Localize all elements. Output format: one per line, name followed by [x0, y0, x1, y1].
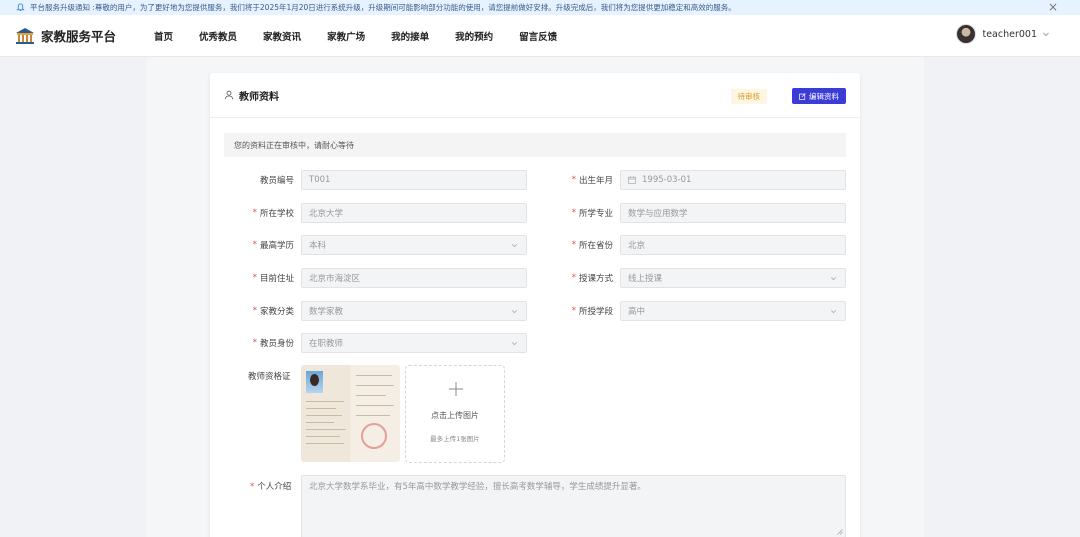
nav-tutoring-square[interactable]: 家教广场 [327, 29, 365, 43]
close-icon[interactable]: × [1048, 1, 1058, 14]
chevron-down-icon [512, 342, 517, 346]
school-input[interactable]: 北京大学 [301, 203, 527, 223]
notice-bar: 平台服务升级通知 :尊敬的用户，为了更好地为您提供服务，我们将于2025年1月2… [0, 0, 1080, 15]
upload-certificate-button[interactable]: 点击上传图片 最多上传1张图片 [405, 365, 505, 463]
status-badge: 待审核 [730, 89, 767, 104]
upload-hint: 最多上传1张图片 [430, 435, 480, 443]
education-select[interactable]: 本科 [301, 235, 527, 255]
stage-field: * 所授学段 高中 [572, 301, 846, 321]
school-field: * 所在学校 北京大学 [253, 203, 527, 223]
chevron-down-icon [831, 310, 836, 314]
major-input[interactable]: 数学与应用数学 [620, 203, 846, 223]
teach-mode-label: * 授课方式 [571, 273, 613, 284]
certificate-photo [306, 371, 323, 393]
birth-date-input[interactable]: 1995-03-01 [620, 170, 846, 190]
brand-name: 家教服务平台 [41, 29, 117, 44]
card-title: 教师资料 [239, 91, 279, 103]
resize-grip-icon[interactable] [837, 529, 843, 535]
avatar [956, 24, 977, 44]
address-label: * 目前住址 [252, 273, 294, 284]
teach-mode-select[interactable]: 线上授课 [620, 268, 846, 288]
top-header: 家教服务平台 首页 优秀教员 家教资讯 家教广场 我的接单 我的预约 留言反馈 … [0, 15, 1080, 57]
province-input[interactable]: 北京 [620, 235, 846, 255]
nav-excellent-teachers[interactable]: 优秀教员 [199, 29, 237, 43]
chevron-down-icon [512, 244, 517, 248]
chevron-down-icon [831, 277, 836, 281]
address-field: * 目前住址 北京市海淀区 [253, 268, 527, 288]
teach-mode-field: * 授课方式 线上授课 [572, 268, 846, 288]
teacher-no-field: 教员编号 T001 [260, 170, 527, 190]
certificate-label: 教师资格证 [248, 372, 291, 382]
bell-icon [16, 3, 25, 12]
intro-textarea[interactable]: 北京大学数学系毕业，有5年高中数学教学经验，擅长高考数学辅导，学生成绩提升显著。 [301, 475, 846, 537]
card-header: 教师资料 待审核 编辑资料 [210, 73, 860, 118]
username: teacher001 [982, 28, 1037, 40]
teacher-no-label: 教员编号 [259, 176, 294, 186]
teacher-no-input[interactable]: T001 [301, 170, 527, 190]
nav-my-appointments[interactable]: 我的预约 [455, 29, 493, 43]
education-label: * 最高学历 [252, 240, 294, 251]
main-nav: 首页 优秀教员 家教资讯 家教广场 我的接单 我的预约 留言反馈 [154, 29, 583, 43]
nav-feedback[interactable]: 留言反馈 [519, 29, 557, 43]
edit-icon [799, 92, 806, 100]
education-field: * 最高学历 本科 [253, 235, 527, 255]
user-icon [224, 90, 234, 100]
teacher-profile-card: 教师资料 待审核 编辑资料 您的资料正在审核中，请耐心等待 教员编号 T001 … [210, 73, 860, 537]
calendar-icon [628, 176, 636, 184]
province-label: * 所在省份 [571, 240, 613, 251]
notice-text: 平台服务升级通知 :尊敬的用户，为了更好地为您提供服务，我们将于2025年1月2… [30, 3, 736, 12]
stage-label: * 所授学段 [571, 306, 613, 317]
category-select[interactable]: 数学家教 [301, 301, 527, 321]
edit-profile-label: 编辑资料 [809, 91, 839, 101]
birth-field: * 出生年月 1995-03-01 [572, 170, 846, 190]
brand[interactable]: 家教服务平台 [15, 26, 116, 45]
identity-field: * 教员身份 在职教师 [253, 333, 527, 353]
identity-select[interactable]: 在职教师 [301, 333, 527, 353]
upload-text: 点击上传图片 [431, 411, 479, 420]
nav-home[interactable]: 首页 [154, 29, 173, 43]
category-label: * 家教分类 [252, 306, 294, 317]
nav-my-orders[interactable]: 我的接单 [391, 29, 429, 43]
birth-label: * 出生年月 [571, 175, 613, 186]
nav-tutoring-news[interactable]: 家教资讯 [263, 29, 301, 43]
review-alert: 您的资料正在审核中，请耐心等待 [224, 133, 846, 157]
seal-stamp [361, 423, 387, 449]
major-label: * 所学专业 [571, 208, 613, 219]
plus-icon [449, 382, 463, 396]
major-field: * 所学专业 数学与应用数学 [572, 203, 846, 223]
identity-label: * 教员身份 [252, 338, 294, 349]
chevron-down-icon [512, 310, 517, 314]
certificate-image[interactable] [301, 365, 400, 462]
user-menu[interactable]: teacher001 [956, 24, 1050, 44]
stage-select[interactable]: 高中 [620, 301, 846, 321]
school-label: * 所在学校 [252, 208, 294, 219]
address-input[interactable]: 北京市海淀区 [301, 268, 527, 288]
school-logo-icon [16, 27, 34, 44]
intro-label: * 个人介绍 [250, 482, 292, 492]
chevron-down-icon [1043, 32, 1049, 37]
category-field: * 家教分类 数学家教 [253, 301, 527, 321]
edit-profile-button[interactable]: 编辑资料 [792, 88, 846, 104]
province-field: * 所在省份 北京 [572, 235, 846, 255]
